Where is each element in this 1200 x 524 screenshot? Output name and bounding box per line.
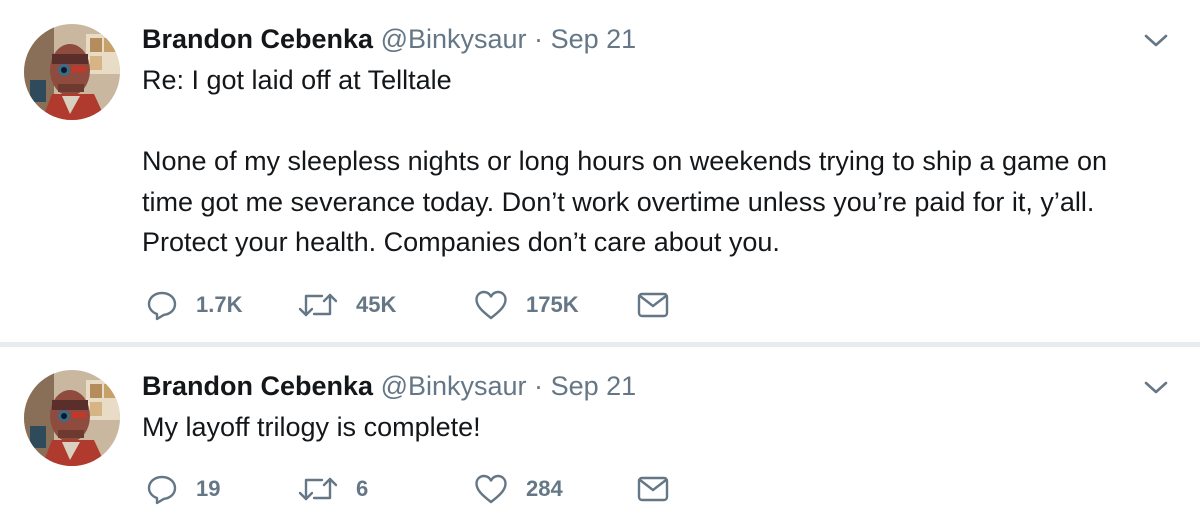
reply-count: 1.7K (196, 292, 243, 317)
author-handle[interactable]: @Binkysaur (381, 371, 527, 401)
reply-icon (147, 291, 177, 321)
author-name[interactable]: Brandon Cebenka (142, 371, 373, 401)
reply-count: 19 (196, 476, 221, 501)
chevron-down-icon[interactable] (1142, 30, 1170, 50)
avatar-image (24, 24, 120, 120)
header-separator: · (534, 24, 544, 54)
like-button[interactable]: 284 (474, 473, 563, 505)
tweet-date[interactable]: Sep 21 (551, 24, 637, 54)
retweet-icon (298, 293, 338, 317)
tweet-text: Re: I got laid off at Telltale None of m… (142, 60, 1182, 263)
retweet-icon (298, 477, 338, 501)
reply-button[interactable]: 19 (146, 473, 220, 505)
retweet-button[interactable]: 45K (298, 289, 396, 321)
tweet[interactable]: Brandon Cebenka @Binkysaur · Sep 21 My l… (0, 347, 1200, 524)
tweet-text-line: Re: I got laid off at Telltale (142, 65, 452, 95)
avatar-image (24, 370, 120, 466)
header-separator: · (534, 371, 544, 401)
timeline: Brandon Cebenka @Binkysaur · Sep 21 Re: … (0, 0, 1200, 524)
like-count: 175K (526, 292, 579, 317)
direct-message-icon (637, 476, 669, 502)
tweet-text-line: None of my sleepless nights or long hour… (142, 146, 1108, 176)
tweet-text-line: Protect your health. Companies don’t car… (142, 227, 780, 257)
author-handle[interactable]: @Binkysaur (381, 24, 527, 54)
direct-message-button[interactable] (636, 289, 670, 321)
tweet-actions: 19 6 284 (146, 473, 706, 505)
avatar[interactable] (24, 370, 120, 466)
like-button[interactable]: 175K (474, 289, 579, 321)
direct-message-icon (637, 292, 669, 318)
avatar[interactable] (24, 24, 120, 120)
tweet-text: My layoff trilogy is complete! (142, 407, 1182, 448)
tweet-text-line: My layoff trilogy is complete! (142, 412, 481, 442)
retweet-count: 6 (356, 476, 369, 501)
tweet[interactable]: Brandon Cebenka @Binkysaur · Sep 21 Re: … (0, 0, 1200, 342)
reply-icon (147, 475, 177, 505)
retweet-count: 45K (356, 292, 397, 317)
direct-message-button[interactable] (636, 473, 670, 505)
heart-icon (475, 474, 507, 504)
heart-icon (475, 290, 507, 320)
tweet-actions: 1.7K 45K 175K (146, 289, 706, 321)
retweet-button[interactable]: 6 (298, 473, 368, 505)
like-count: 284 (526, 476, 563, 501)
author-name[interactable]: Brandon Cebenka (142, 24, 373, 54)
tweet-text-line: time got me severance today. Don’t work … (142, 186, 1095, 217)
reply-button[interactable]: 1.7K (146, 289, 242, 321)
tweet-header: Brandon Cebenka @Binkysaur · Sep 21 (142, 22, 636, 56)
chevron-down-icon[interactable] (1142, 377, 1170, 397)
tweet-header: Brandon Cebenka @Binkysaur · Sep 21 (142, 369, 636, 403)
tweet-date[interactable]: Sep 21 (551, 371, 637, 401)
